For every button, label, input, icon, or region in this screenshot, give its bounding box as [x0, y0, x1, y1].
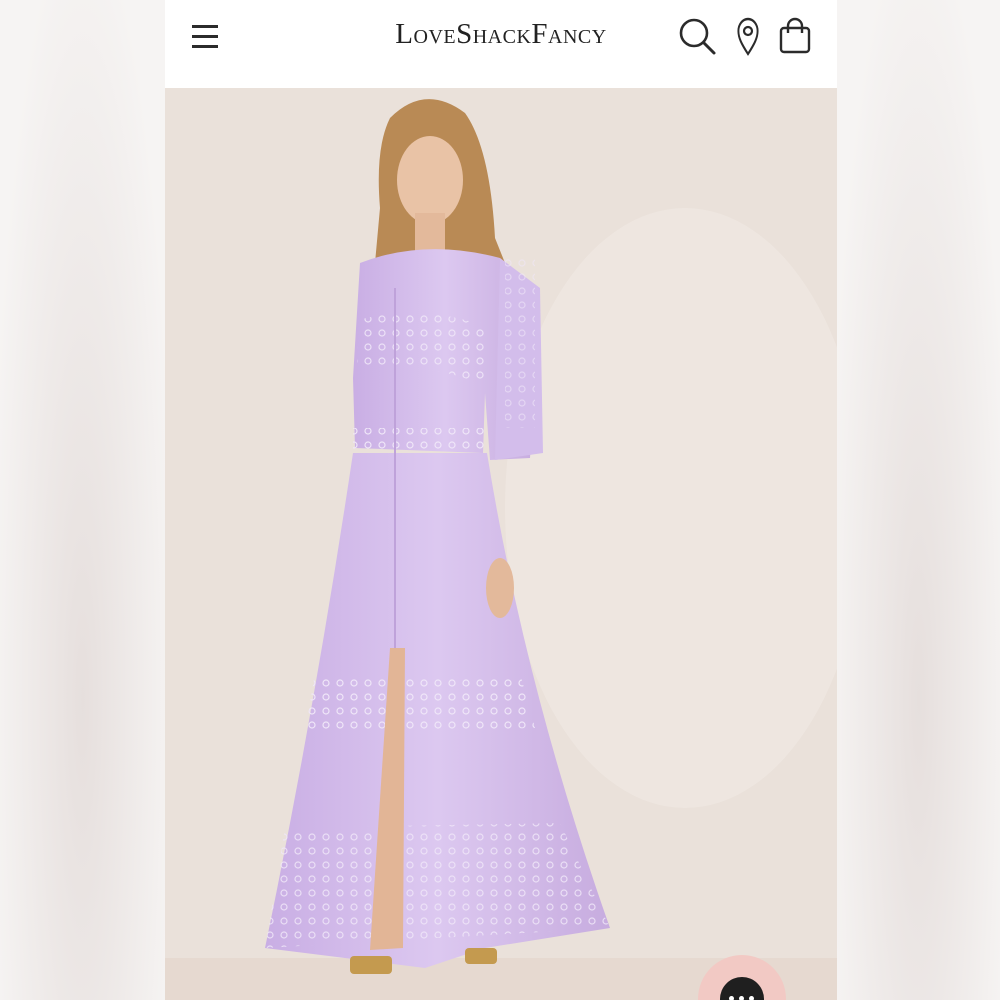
- search-button[interactable]: [677, 16, 717, 56]
- location-pin-icon: [737, 17, 759, 56]
- backdrop-right: [837, 0, 1000, 1000]
- chat-ellipsis-icon: [720, 977, 764, 1000]
- search-icon: [679, 18, 716, 55]
- product-hero-image[interactable]: [165, 88, 837, 1000]
- model-in-lavender-maxi-dress-illustration: [165, 88, 837, 1000]
- chat-dot: [729, 996, 734, 1000]
- shopping-bag-icon: [779, 17, 811, 54]
- mobile-screen: LoveShackFancy: [165, 0, 837, 1000]
- chat-dot: [749, 996, 754, 1000]
- site-header: LoveShackFancy: [165, 0, 837, 88]
- cart-button[interactable]: [775, 16, 815, 56]
- store-locator-button[interactable]: [728, 16, 768, 56]
- chat-dot: [739, 996, 744, 1000]
- backdrop-left: [0, 0, 165, 1000]
